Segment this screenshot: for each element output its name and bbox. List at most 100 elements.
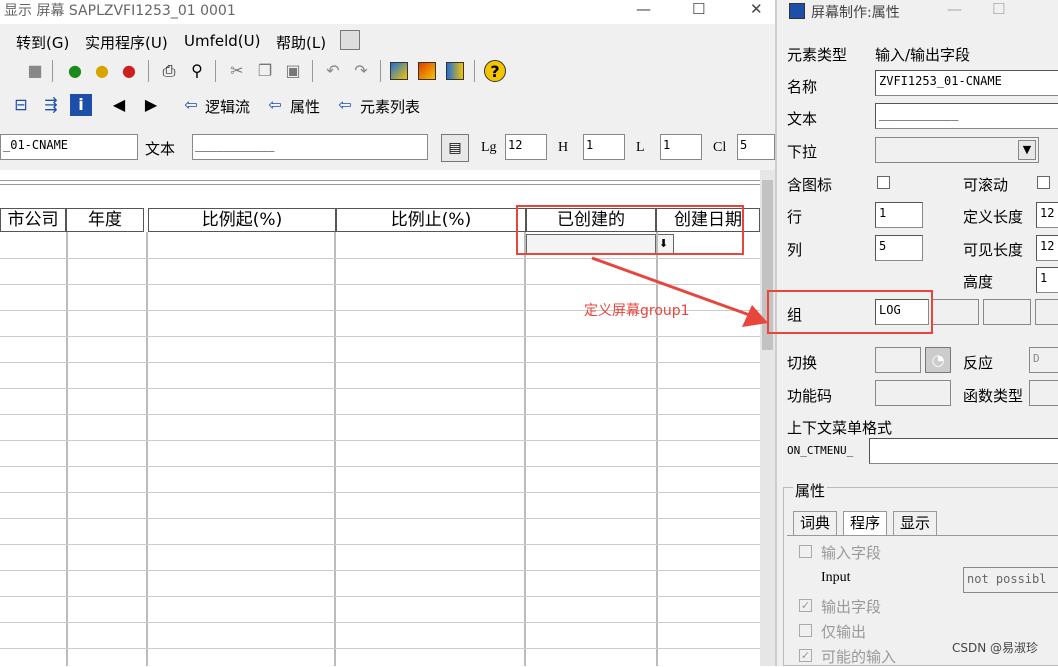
close-button[interactable]: ✕ [750, 0, 763, 18]
attributes-arrow-icon: ⇦ [264, 94, 286, 116]
text-label-right: 文本 [787, 108, 817, 129]
logic-flow-button[interactable]: 逻辑流 [205, 96, 250, 117]
switch-icon[interactable]: ◔ [925, 347, 951, 373]
text-box[interactable]: ___________ [192, 134, 428, 160]
attributes-button[interactable]: 属性 [290, 96, 320, 117]
layout1-icon[interactable] [390, 62, 408, 80]
scroll-label: 可滚动 [963, 174, 1008, 195]
h-label: H [558, 140, 568, 156]
def-length-field[interactable]: 12 [1036, 202, 1058, 228]
minimize-button[interactable]: — [636, 0, 651, 18]
dictionary-icon[interactable]: ▤ [441, 134, 469, 162]
input-select[interactable]: not possibl [963, 567, 1058, 593]
vis-length-label: 可见长度 [963, 239, 1023, 260]
h-box[interactable]: 1 [583, 134, 625, 160]
dropdown-select[interactable]: ▼ [875, 137, 1039, 163]
row-field[interactable]: 1 [875, 202, 923, 228]
col-label: 列 [787, 239, 802, 260]
cancel-icon[interactable]: ● [118, 60, 140, 82]
element-list-button[interactable]: 元素列表 [360, 96, 420, 117]
save-icon[interactable]: ■ [24, 60, 46, 82]
name-field[interactable]: ZVFI1253_01-CNAME [875, 70, 1058, 96]
print-icon[interactable]: ⎙ [158, 60, 180, 82]
cl-box[interactable]: 5 [737, 134, 775, 160]
back-icon[interactable]: ● [64, 60, 86, 82]
row-label: 行 [787, 206, 802, 227]
scrollbar[interactable] [760, 170, 775, 666]
header-company[interactable]: 市公司 [0, 208, 66, 232]
height-field[interactable]: 1 [1036, 267, 1058, 293]
tab-program[interactable]: 程序 [843, 511, 887, 535]
header-year[interactable]: 年度 [66, 208, 144, 232]
hierarchy-icon[interactable]: ⇶ [40, 94, 62, 116]
response-field[interactable]: D [1029, 347, 1058, 373]
next-icon[interactable]: ▶ [140, 94, 162, 116]
maximize-button[interactable]: ☐ [692, 0, 705, 18]
l-box[interactable]: 1 [660, 134, 702, 160]
input-label: Input [821, 570, 851, 586]
menu-help[interactable]: 帮助(L) [276, 32, 326, 53]
undo-icon[interactable]: ↶ [322, 60, 344, 82]
lg-label: Lg [481, 140, 497, 156]
def-length-label: 定义长度 [963, 206, 1023, 227]
menu-utilities[interactable]: 实用程序(U) [85, 32, 168, 53]
element-list-arrow-icon: ⇦ [334, 94, 356, 116]
header-ratio-to[interactable]: 比例止(%) [336, 208, 526, 232]
ftype-label: 函数类型 [963, 385, 1023, 406]
ftype-field[interactable] [1029, 380, 1058, 406]
group-field-3[interactable] [983, 299, 1031, 325]
input-field-label: 输入字段 [821, 542, 881, 563]
attributes-window: 屏幕制作:属性 — ☐ 元素类型 输入/输出字段 名称 ZVFI1253_01-… [775, 0, 1058, 666]
find-icon[interactable]: ⚲ [186, 60, 208, 82]
tab-display[interactable]: 显示 [893, 511, 937, 535]
possible-input-label: 可能的输入 [821, 646, 896, 667]
layout2-icon[interactable] [418, 62, 436, 80]
screen-icon[interactable]: ⊟ [10, 94, 32, 116]
tab-dictionary[interactable]: 词典 [793, 511, 837, 535]
switch-field[interactable] [875, 347, 921, 373]
attr-minimize-button[interactable]: — [947, 0, 962, 18]
output-only-checkbox[interactable] [799, 624, 812, 637]
chevron-down-icon[interactable]: ▼ [1018, 140, 1036, 160]
col-field[interactable]: 5 [875, 235, 923, 261]
prev-icon[interactable]: ◀ [108, 94, 130, 116]
help-icon[interactable]: ? [484, 60, 506, 82]
context-menu-label: 上下文菜单格式 [787, 417, 892, 438]
field-name-box[interactable]: _01-CNAME [0, 134, 138, 160]
attributes-group-label: 属性 [793, 480, 827, 501]
attributes-title: 屏幕制作:属性 [811, 2, 900, 22]
screen-painter-window: 显示 屏幕 SAPLZVFI1253_01 0001 — ☐ ✕ 转到(G) 实… [0, 0, 775, 666]
fcode-field[interactable] [875, 380, 951, 406]
text-field[interactable]: ___________ [875, 103, 1058, 129]
icon-checkbox[interactable] [877, 176, 890, 189]
menu-goto[interactable]: 转到(G) [16, 32, 69, 53]
group-field-2[interactable] [931, 299, 979, 325]
height-label: 高度 [963, 271, 993, 292]
icon-label: 含图标 [787, 174, 832, 195]
text-label: 文本 [145, 138, 175, 159]
layout3-icon[interactable] [446, 62, 464, 80]
context-menu-field[interactable] [869, 438, 1058, 464]
context-menu-prefix: ON_CTMENU_ [787, 444, 853, 457]
name-label: 名称 [787, 76, 817, 97]
menu-environment[interactable]: Umfeld(U) [184, 32, 260, 50]
highlight-box-left [516, 205, 744, 255]
paste-icon[interactable]: ▣ [282, 60, 304, 82]
lg-box[interactable]: 12 [505, 134, 547, 160]
cut-icon[interactable]: ✂ [226, 60, 248, 82]
copy-icon[interactable]: ❐ [254, 60, 276, 82]
layout-icon[interactable] [340, 30, 360, 50]
redo-icon[interactable]: ↷ [350, 60, 372, 82]
info-icon[interactable]: i [70, 94, 92, 116]
output-field-label: 输出字段 [821, 596, 881, 617]
possible-input-checkbox[interactable]: ✓ [799, 649, 812, 662]
input-field-checkbox[interactable] [799, 545, 812, 558]
exit-icon[interactable]: ● [91, 60, 113, 82]
scroll-checkbox[interactable] [1037, 176, 1050, 189]
attr-maximize-button[interactable]: ☐ [992, 0, 1005, 18]
highlight-box-right [767, 290, 933, 334]
output-field-checkbox[interactable]: ✓ [799, 599, 812, 612]
vis-length-field[interactable]: 12 [1036, 235, 1058, 261]
group-field-4[interactable] [1035, 299, 1058, 325]
header-ratio-from[interactable]: 比例起(%) [148, 208, 336, 232]
